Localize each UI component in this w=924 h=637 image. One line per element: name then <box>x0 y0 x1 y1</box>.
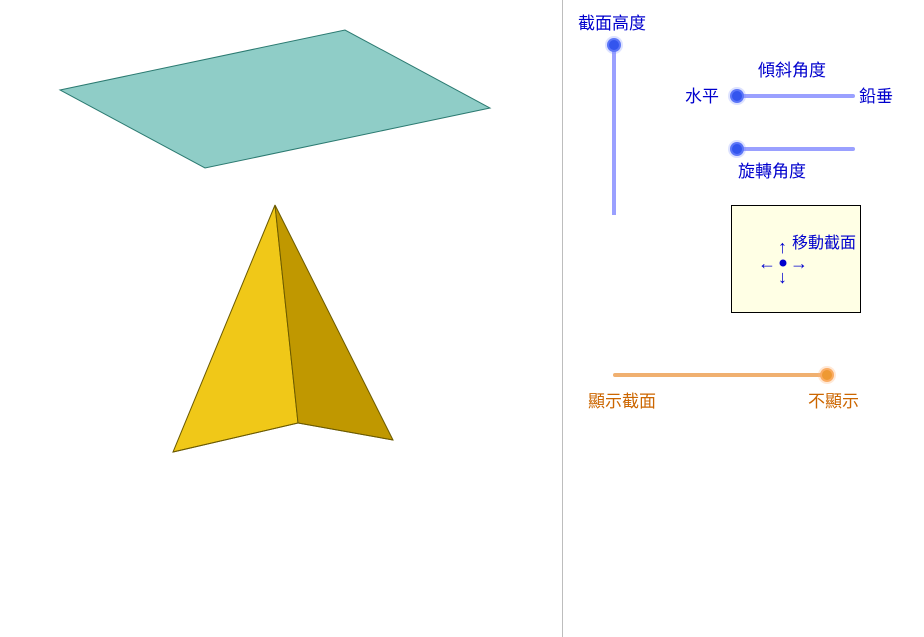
arrow-up-icon: ↑ <box>778 238 787 256</box>
tilt-angle-track <box>731 92 855 100</box>
pyramid <box>173 205 393 452</box>
rotation-angle-track <box>731 145 855 153</box>
section-height-track <box>609 40 619 215</box>
tilt-left-label: 水平 <box>685 88 719 105</box>
tilt-angle-thumb[interactable] <box>730 89 744 103</box>
viewport-3d[interactable] <box>0 0 563 637</box>
cutting-plane <box>60 30 490 168</box>
display-toggle-track <box>613 371 831 379</box>
rotation-angle-thumb[interactable] <box>730 142 744 156</box>
move-section-pad[interactable]: ↑ ↓ ← → 移動截面 <box>731 205 861 313</box>
rotation-angle-label: 旋轉角度 <box>738 163 806 180</box>
controls-panel: 截面高度 傾斜角度 水平 鉛垂 旋轉角度 ↑ ↓ ← → 移動截面 <box>563 0 924 637</box>
scene-svg <box>0 0 563 637</box>
display-toggle-thumb[interactable] <box>820 368 834 382</box>
tilt-right-label: 鉛垂 <box>859 88 893 105</box>
section-height-label: 截面高度 <box>578 15 646 32</box>
section-height-thumb[interactable] <box>607 38 621 52</box>
tilt-angle-label: 傾斜角度 <box>758 62 826 79</box>
display-right-label: 不顯示 <box>808 393 859 410</box>
arrow-left-icon: ← <box>758 254 776 272</box>
display-left-label: 顯示截面 <box>588 393 656 410</box>
move-section-label: 移動截面 <box>792 236 856 252</box>
arrow-right-icon: → <box>790 254 808 272</box>
move-center-dot <box>780 260 787 267</box>
arrow-down-icon: ↓ <box>778 268 787 286</box>
